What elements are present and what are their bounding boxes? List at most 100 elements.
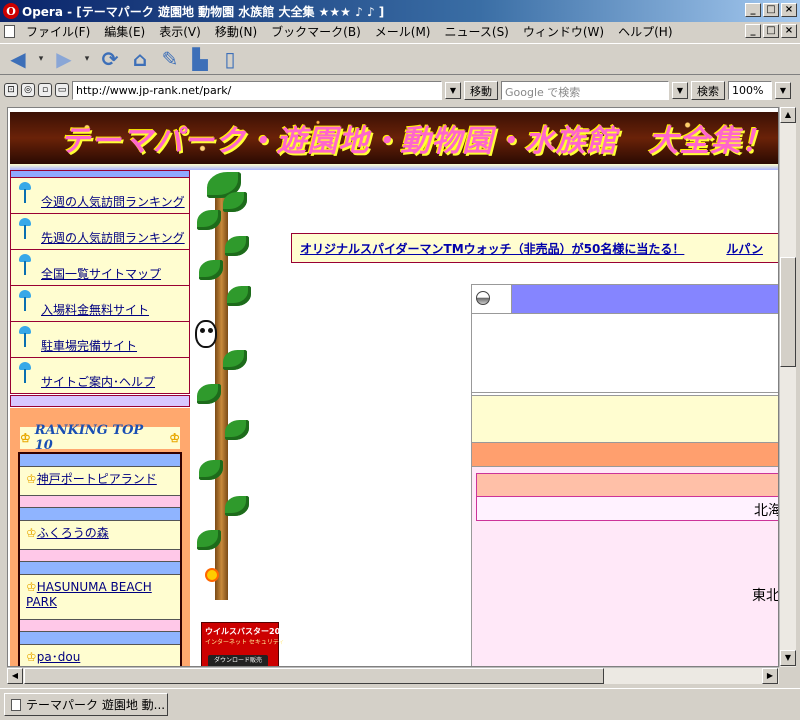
menu-window[interactable]: ウィンドウ(W)	[516, 23, 611, 40]
navigation-toolbar: ◀ ▾ ▶ ▾ ⟳ ⌂ ✎ ▙ ▯	[0, 43, 800, 75]
site-banner[interactable]: テーマパーク・遊園地・動物園・水族館 大全集！	[10, 112, 778, 164]
cookie-icon[interactable]: ◎	[21, 83, 35, 97]
back-dropdown-icon[interactable]: ▾	[36, 47, 46, 71]
leaf-icon	[227, 286, 251, 306]
menu-view[interactable]: 表示(V)	[152, 23, 208, 40]
ranking-link[interactable]: pa･dou	[37, 650, 81, 664]
scroll-right-icon[interactable]: ▶	[762, 668, 778, 684]
address-dropdown[interactable]: ▼	[445, 81, 461, 99]
side-menu-top	[10, 170, 190, 178]
zoom-field[interactable]: 100%	[728, 80, 772, 100]
window-title-bar[interactable]: O Opera - [テーマパーク 遊園地 動物園 水族館 大全集 ★★★ ♪ …	[0, 0, 800, 22]
menu-bookmarks[interactable]: ブックマーク(B)	[264, 23, 368, 40]
content-yellow-cell	[472, 395, 778, 443]
mdi-minimize-button[interactable]: _	[745, 24, 761, 38]
print-icon[interactable]: ▙	[188, 47, 212, 71]
minimize-button[interactable]: _	[745, 3, 761, 17]
hotlist-icon[interactable]: ✎	[158, 47, 182, 71]
side-item-last-week[interactable]: 先週の人気訪問ランキング	[11, 214, 189, 250]
forward-icon[interactable]: ▶	[52, 47, 76, 71]
side-item-sitemap[interactable]: 全国一覧サイトマップ	[11, 250, 189, 286]
trophy-icon: ♔	[26, 650, 37, 664]
ranking-title-box: ♔ RANKING TOP 10 ♔	[20, 423, 180, 453]
search-button[interactable]: 検索	[691, 80, 725, 100]
ranking-item: ♔pa･dou	[20, 645, 180, 666]
side-item-this-week[interactable]: 今週の人気訪問ランキング	[11, 178, 189, 214]
ranking-inner: ♔神戸ポートピアランド ♔ふくろうの森 ♔HASUNUMA BEACH PARK…	[18, 452, 182, 666]
region-tohoku[interactable]: 東北	[752, 585, 778, 605]
panda-icon	[195, 320, 217, 348]
scroll-down-icon[interactable]: ▼	[780, 650, 796, 666]
horizontal-scrollbar[interactable]: ◀ ▶	[7, 667, 779, 684]
horizontal-scroll-thumb[interactable]	[24, 668, 604, 684]
umbrella-icon	[17, 290, 33, 312]
reload-icon[interactable]: ⟳	[98, 47, 122, 71]
search-input[interactable]: Google で検索	[501, 80, 669, 100]
banner-title: テーマパーク・遊園地・動物園・水族館 大全集！	[60, 124, 773, 159]
ranking-item: ♔HASUNUMA BEACH PARK	[20, 575, 180, 619]
zoom-dropdown[interactable]: ▼	[775, 81, 791, 99]
ranking-separator	[20, 549, 180, 562]
ad-title: ウイルスバスター2004	[205, 627, 292, 636]
side-link-label[interactable]: 先週の人気訪問ランキング	[41, 229, 185, 246]
document-icon	[11, 698, 21, 711]
close-button[interactable]: ×	[781, 3, 797, 17]
scroll-up-icon[interactable]: ▲	[780, 107, 796, 123]
lock-icon[interactable]: ⊡	[4, 83, 18, 97]
vertical-scrollbar[interactable]: ▲ ▼	[779, 107, 796, 667]
side-link-label[interactable]: 入場料金無料サイト	[41, 301, 149, 318]
menu-navigation[interactable]: 移動(N)	[208, 23, 264, 40]
page-bar: テーマパーク 遊園地 動...	[0, 688, 800, 720]
ranking-link[interactable]: ふくろうの森	[37, 526, 109, 540]
page-tab[interactable]: テーマパーク 遊園地 動...	[4, 693, 168, 716]
promo-link-next[interactable]: ルパン	[726, 240, 763, 257]
home-icon[interactable]: ⌂	[128, 47, 152, 71]
forward-dropdown-icon[interactable]: ▾	[82, 47, 92, 71]
page-icon[interactable]: ▯	[218, 47, 242, 71]
menu-news[interactable]: ニュース(S)	[437, 23, 515, 40]
menu-mail[interactable]: メール(M)	[368, 23, 438, 40]
side-link-label[interactable]: サイトご案内･ヘルプ	[41, 373, 155, 390]
virusbuster-ad[interactable]: ウイルスバスター2004 インターネット セキュリティ ダウンロード販売	[201, 622, 292, 666]
maximize-button[interactable]: □	[763, 3, 779, 17]
vertical-scroll-thumb[interactable]	[780, 257, 796, 367]
ranking-separator	[20, 495, 180, 508]
side-item-parking[interactable]: 駐車場完備サイト	[11, 322, 189, 358]
page-viewport[interactable]: テーマパーク・遊園地・動物園・水族館 大全集！ 今週の人気訪問ランキング 先週の…	[7, 107, 779, 667]
search-engine-dropdown[interactable]: ▼	[672, 81, 688, 99]
ranking-item: ♔ふくろうの森	[20, 521, 180, 549]
ranking-separator	[20, 508, 180, 521]
side-link-label[interactable]: 全国一覧サイトマップ	[41, 265, 161, 282]
mdi-restore-button[interactable]: □	[763, 24, 779, 38]
umbrella-icon	[17, 254, 33, 276]
ranking-separator	[20, 562, 180, 575]
scroll-left-icon[interactable]: ◀	[7, 668, 23, 684]
print-small-icon[interactable]: ▭	[55, 83, 69, 97]
side-link-label[interactable]: 駐車場完備サイト	[41, 337, 137, 354]
trophy-icon: ♔	[26, 580, 37, 594]
mdi-controls: _ □ ×	[745, 24, 797, 38]
new-page-icon[interactable]: ▫	[38, 83, 52, 97]
menu-file[interactable]: ファイル(F)	[19, 23, 97, 40]
page-tab-title: テーマパーク 遊園地 動...	[26, 698, 166, 712]
promo-link[interactable]: オリジナルスパイダーマンTMウォッチ（非売品）が50名様に当たる！	[300, 240, 684, 257]
menu-edit[interactable]: 編集(E)	[97, 23, 152, 40]
ad-download-button[interactable]: ダウンロード販売	[208, 655, 268, 666]
side-item-free-admission[interactable]: 入場料金無料サイト	[11, 286, 189, 322]
back-icon[interactable]: ◀	[6, 47, 30, 71]
trophy-icon: ♔	[26, 526, 37, 540]
side-item-help[interactable]: サイトご案内･ヘルプ	[11, 358, 189, 394]
ranking-link[interactable]: 神戸ポートピアランド	[37, 472, 157, 486]
ranking-separator	[20, 454, 180, 467]
document-icon[interactable]	[4, 25, 15, 38]
address-input[interactable]: http://www.jp-rank.net/park/	[72, 80, 442, 100]
go-button[interactable]: 移動	[464, 80, 498, 100]
side-link-label[interactable]: 今週の人気訪問ランキング	[41, 193, 185, 210]
ball-icon	[476, 291, 490, 305]
ranking-link[interactable]: HASUNUMA BEACH PARK	[26, 580, 152, 609]
menu-help[interactable]: ヘルプ(H)	[611, 23, 679, 40]
leaf-icon	[225, 420, 249, 440]
header-ball-cell	[472, 285, 512, 313]
mdi-close-button[interactable]: ×	[781, 24, 797, 38]
region-hokkaido[interactable]: 北海	[476, 497, 778, 521]
